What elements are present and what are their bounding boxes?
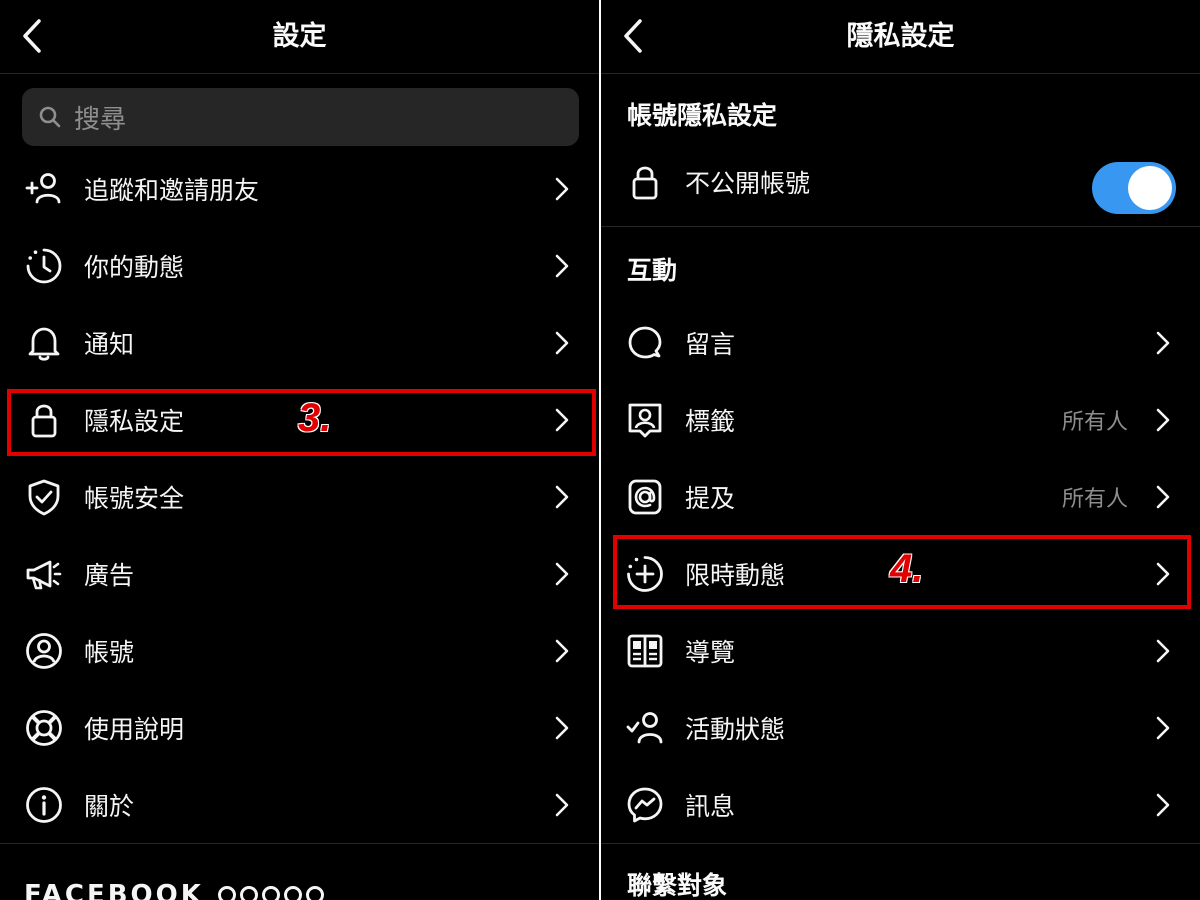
settings-item-label: 關於 bbox=[84, 792, 135, 821]
messenger-icon bbox=[623, 783, 667, 827]
privacy-item-guides[interactable]: 導覽 bbox=[601, 615, 1200, 687]
privacy-item-activity-status[interactable]: 活動狀態 bbox=[601, 692, 1200, 764]
settings-item-about[interactable]: 關於 bbox=[0, 769, 599, 841]
settings-item-ads[interactable]: 廣告 bbox=[0, 538, 599, 610]
facebook-footer: FACEBOOK bbox=[24, 880, 324, 900]
tag-person-icon bbox=[623, 398, 667, 442]
megaphone-icon bbox=[22, 552, 66, 596]
page-title: 設定 bbox=[272, 21, 327, 52]
chevron-right-icon bbox=[549, 251, 575, 281]
privacy-item-label: 導覽 bbox=[685, 638, 736, 667]
at-icon bbox=[623, 475, 667, 519]
facebook-icon bbox=[217, 886, 236, 900]
settings-item-follow-invite[interactable]: 追蹤和邀請朋友 bbox=[0, 153, 599, 225]
toggle-knob bbox=[1128, 166, 1172, 210]
privacy-item-value: 所有人 bbox=[1061, 410, 1128, 435]
settings-item-label: 通知 bbox=[84, 330, 135, 359]
back-button[interactable] bbox=[12, 12, 52, 60]
instagram-icon bbox=[261, 886, 280, 900]
shield-check-icon bbox=[22, 475, 66, 519]
bell-icon bbox=[22, 321, 66, 365]
chevron-right-icon bbox=[1150, 482, 1176, 512]
account-circle-icon bbox=[22, 629, 66, 673]
settings-item-label: 你的動態 bbox=[84, 253, 185, 282]
comment-icon bbox=[623, 321, 667, 365]
privacy-item-label: 活動狀態 bbox=[685, 715, 786, 744]
messenger-icon bbox=[239, 886, 258, 900]
section-title-account-privacy: 帳號隱私設定 bbox=[627, 101, 778, 130]
lifebuoy-icon bbox=[22, 706, 66, 750]
privacy-item-mentions[interactable]: 提及 所有人 bbox=[601, 461, 1200, 533]
chevron-right-icon bbox=[1150, 405, 1176, 435]
lock-icon bbox=[623, 160, 667, 204]
lock-icon bbox=[22, 398, 66, 442]
chevron-right-icon bbox=[1150, 559, 1176, 589]
section-divider bbox=[601, 843, 1200, 844]
page-title: 隱私設定 bbox=[846, 21, 955, 52]
settings-item-label: 帳號 bbox=[84, 638, 135, 667]
chevron-right-icon bbox=[549, 713, 575, 743]
guide-icon bbox=[623, 629, 667, 673]
chevron-right-icon bbox=[1150, 790, 1176, 820]
settings-item-label: 廣告 bbox=[84, 561, 135, 590]
chevron-right-icon bbox=[1150, 328, 1176, 358]
chevron-right-icon bbox=[549, 174, 575, 204]
settings-item-account[interactable]: 帳號 bbox=[0, 615, 599, 687]
chevron-right-icon bbox=[549, 482, 575, 512]
activity-clock-icon bbox=[22, 244, 66, 288]
privacy-item-messages[interactable]: 訊息 bbox=[601, 769, 1200, 841]
info-icon bbox=[22, 783, 66, 827]
chevron-right-icon bbox=[549, 636, 575, 666]
step-4-label: 4. bbox=[890, 547, 924, 591]
settings-item-security[interactable]: 帳號安全 bbox=[0, 461, 599, 533]
privacy-item-label: 提及 bbox=[685, 484, 736, 513]
settings-screen: 設定 搜尋 追蹤和邀請朋友 你的動態 通知 隱私設定 帳號安全 廣告 帳號 使用… bbox=[0, 0, 599, 900]
settings-item-label: 使用說明 bbox=[84, 715, 185, 744]
private-account-label: 不公開帳號 bbox=[685, 169, 811, 198]
privacy-header: 隱私設定 bbox=[601, 0, 1200, 74]
add-person-icon bbox=[22, 167, 66, 211]
privacy-item-value: 所有人 bbox=[1061, 487, 1128, 512]
privacy-item-label: 標籤 bbox=[685, 407, 736, 436]
facebook-brand-text: FACEBOOK bbox=[24, 880, 204, 900]
back-button[interactable] bbox=[613, 12, 653, 60]
section-divider bbox=[0, 843, 599, 844]
privacy-settings-screen: 隱私設定 帳號隱私設定 不公開帳號 互動 留言 標籤 所有人 提及 所有人 限時… bbox=[601, 0, 1200, 900]
meta-apps-icons bbox=[217, 886, 324, 900]
story-add-icon bbox=[623, 552, 667, 596]
portal-icon bbox=[305, 886, 324, 900]
privacy-item-label: 訊息 bbox=[685, 792, 736, 821]
section-divider bbox=[601, 226, 1200, 227]
settings-item-label: 帳號安全 bbox=[84, 484, 185, 513]
search-icon bbox=[36, 103, 64, 131]
settings-item-label: 追蹤和邀請朋友 bbox=[84, 176, 260, 205]
settings-item-notifications[interactable]: 通知 bbox=[0, 307, 599, 379]
section-title-interactions: 互動 bbox=[627, 256, 678, 285]
search-placeholder: 搜尋 bbox=[74, 104, 127, 135]
privacy-item-label: 限時動態 bbox=[685, 561, 786, 590]
activity-status-icon bbox=[623, 706, 667, 750]
private-account-toggle[interactable] bbox=[1092, 162, 1176, 214]
chevron-right-icon bbox=[549, 328, 575, 358]
privacy-item-comments[interactable]: 留言 bbox=[601, 307, 1200, 379]
chevron-right-icon bbox=[1150, 636, 1176, 666]
section-title-connections: 聯繫對象 bbox=[627, 871, 728, 900]
chevron-right-icon bbox=[1150, 713, 1176, 743]
step-3-label: 3. bbox=[298, 396, 332, 440]
privacy-item-label: 留言 bbox=[685, 330, 736, 359]
chevron-right-icon bbox=[549, 790, 575, 820]
settings-header: 設定 bbox=[0, 0, 599, 74]
settings-item-label: 隱私設定 bbox=[84, 407, 185, 436]
chevron-right-icon bbox=[549, 559, 575, 589]
whatsapp-icon bbox=[283, 886, 302, 900]
privacy-item-tags[interactable]: 標籤 所有人 bbox=[601, 384, 1200, 456]
chevron-left-icon bbox=[624, 19, 642, 53]
settings-item-help[interactable]: 使用說明 bbox=[0, 692, 599, 764]
chevron-right-icon bbox=[549, 405, 575, 435]
chevron-left-icon bbox=[23, 19, 41, 53]
search-input[interactable]: 搜尋 bbox=[22, 88, 579, 146]
settings-item-your-activity[interactable]: 你的動態 bbox=[0, 230, 599, 302]
